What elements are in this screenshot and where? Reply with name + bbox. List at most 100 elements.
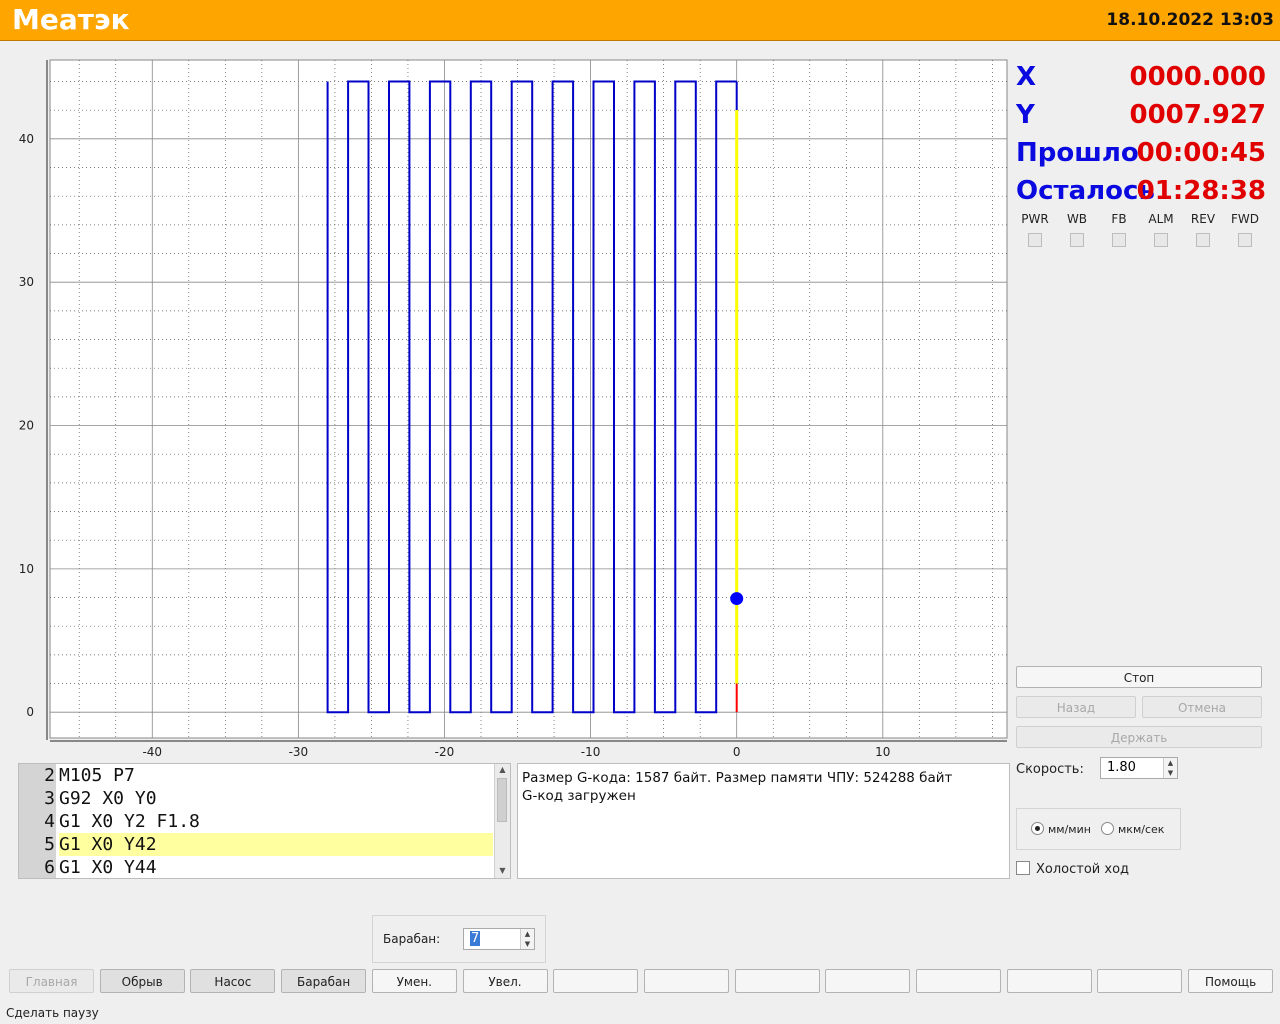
plot-area [49,59,1008,739]
toolbar-empty-button[interactable] [1006,969,1092,993]
x-tick-label: -10 [581,745,601,759]
readout-value: 01:28:38 [1136,176,1266,206]
readout-row: Y 0007.927 [1016,100,1266,138]
scroll-down-icon[interactable]: ▼ [495,865,510,877]
y-tick-label: 10 [19,562,34,576]
drum-spinbox[interactable]: 7 ▲ ▼ [463,928,535,950]
spin-arrows-icon[interactable]: ▲ ▼ [520,929,534,949]
code-text: G92 X0 Y0 [59,788,157,809]
drum-group: Барабан: 7 ▲ ▼ [372,915,546,963]
code-line[interactable]: 4 G1 X0 Y2 F1.8 [19,810,494,833]
indicator-alm: ALM [1140,212,1182,247]
toolbar-button[interactable]: Барабан [281,969,367,993]
indicator-light-icon [1238,233,1252,247]
readout-value: 0000.000 [1129,62,1266,92]
status-indicators: PWR WB FB ALM REV FWD [1014,212,1266,252]
toolbar-empty-button[interactable] [825,969,911,993]
code-text: G1 X0 Y2 F1.8 [59,811,200,832]
toolbar-button[interactable]: Помощь [1188,969,1274,993]
title-bar: Meaтэк 18.10.2022 13:03 [0,0,1280,41]
status-bar: Сделать паузу [6,1006,99,1020]
message-line: Размер G-кода: 1587 байт. Размер памяти … [522,770,953,786]
readout-label: Прошло [1016,138,1139,168]
current-position-marker [730,592,744,606]
toolpath-plot[interactable]: -40 -30 -20 -10 0 10 0 10 20 30 40 [0,48,1012,764]
scroll-thumb[interactable] [497,778,507,822]
readout-label: X [1016,62,1037,92]
message-log: Размер G-кода: 1587 байт. Размер памяти … [517,763,1010,879]
readout-row: X 0000.000 [1016,62,1266,100]
toolpath-line [326,80,737,714]
scroll-up-icon[interactable]: ▲ [495,764,510,776]
toolbar-empty-button[interactable] [916,969,1001,993]
toolbar-button[interactable]: Умен. [371,969,457,993]
x-tick-label: 0 [733,745,741,759]
toolbar-button[interactable]: Обрыв [99,969,185,993]
hold-button[interactable]: Держать [1016,726,1262,748]
radio-checked-icon [1031,822,1044,835]
message-line: G-код загружен [522,788,636,804]
app-title: Meaтэк [12,3,130,36]
y-tick-label: 30 [19,275,34,289]
toolbar-empty-button[interactable] [734,969,820,993]
toolbar-button[interactable]: Насос [190,969,276,993]
spin-arrows-icon[interactable]: ▲ ▼ [1163,758,1177,778]
line-number: 6 [44,857,55,878]
speed-label: Скорость: [1016,762,1084,777]
indicator-light-icon [1070,233,1084,247]
code-text: G1 X0 Y44 [59,857,157,878]
code-line[interactable]: 3 G92 X0 Y0 [19,787,494,810]
x-tick-label: -20 [435,745,455,759]
datetime: 18.10.2022 13:03 [1106,10,1274,30]
indicator-label: PWR [1021,212,1049,226]
cancel-button[interactable]: Отмена [1142,696,1262,718]
indicator-label: ALM [1148,212,1174,226]
x-tick-label: -40 [142,745,162,759]
indicator-fb: FB [1098,212,1140,247]
readout-row: Прошло 00:00:45 [1016,138,1266,176]
line-number: 3 [44,788,55,809]
code-line[interactable]: 5 G1 X0 Y42 [19,833,494,856]
drum-label: Барабан: [383,932,441,946]
code-text: M105 P7 [59,765,135,786]
y-tick-label: 40 [19,132,34,146]
indicator-light-icon [1112,233,1126,247]
y-tick-label: 0 [26,705,34,719]
indicator-light-icon [1154,233,1168,247]
toolbar-empty-button[interactable] [1097,969,1183,993]
back-button[interactable]: Назад [1016,696,1136,718]
y-tick-label: 20 [19,419,34,433]
toolbar-empty-button[interactable] [643,969,729,993]
x-tick-label: -30 [289,745,309,759]
indicator-fwd: FWD [1224,212,1266,247]
gcode-editor[interactable]: 2 M105 P7 3 G92 X0 Y0 4 G1 X0 Y2 F1.8 5 G1 X0 Y… [18,763,511,879]
x-tick-label: 10 [875,745,890,759]
indicator-label: REV [1190,212,1216,226]
code-line[interactable]: 2 M105 P7 [19,764,494,787]
readout-value: 00:00:45 [1136,138,1266,168]
code-line[interactable]: 6 G1 X0 Y44 [19,856,494,878]
indicator-wb: WB [1056,212,1098,247]
readout-value: 0007.927 [1129,100,1266,130]
checkbox-icon [1016,861,1030,875]
line-number: 4 [44,811,55,832]
indicator-label: FB [1111,212,1127,226]
unit-um-radio[interactable]: мкм/сек [1101,822,1164,836]
radio-unchecked-icon [1101,822,1114,835]
readout-label: Y [1016,100,1035,130]
unit-mm-radio[interactable]: мм/мин [1031,822,1091,836]
stop-button[interactable]: Стоп [1016,666,1262,688]
toolbar-button[interactable]: Увел. [462,969,548,993]
line-number: 2 [44,765,55,786]
toolbar-button[interactable]: Главная [9,969,94,993]
idle-checkbox[interactable]: Холостой ход [1016,861,1129,877]
code-text: G1 X0 Y42 [59,833,493,856]
readout-label: Осталось [1016,176,1155,206]
speed-spinbox[interactable]: 1.80 ▲ ▼ [1100,757,1178,779]
toolbar-empty-button[interactable] [553,969,639,993]
units-group: мм/мин мкм/сек [1016,808,1181,850]
code-scrollbar[interactable]: ▲ ▼ [494,764,510,878]
indicator-light-icon [1196,233,1210,247]
line-number: 5 [44,834,55,855]
drum-value: 7 [470,931,481,946]
